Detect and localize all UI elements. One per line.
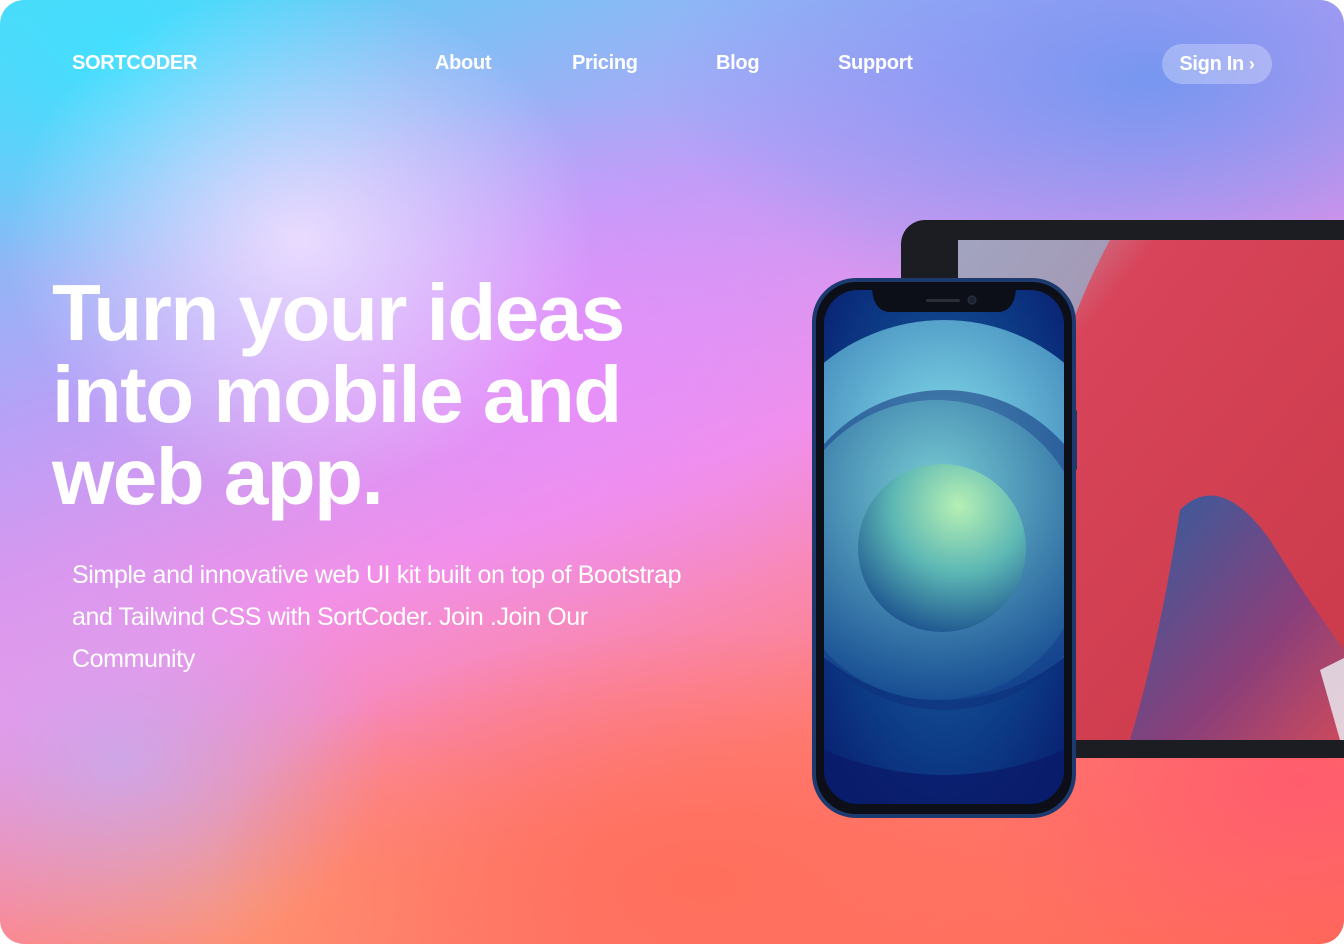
sign-in-button[interactable]: Sign In › [1162, 44, 1272, 84]
nav-link-pricing[interactable]: Pricing [572, 52, 638, 75]
chevron-right-icon: › [1248, 54, 1255, 74]
hero-subtitle: Simple and innovative web UI kit built o… [72, 561, 682, 673]
logo[interactable]: SORTCODER [72, 52, 197, 75]
nav-link-support[interactable]: Support [838, 52, 913, 75]
nav-link-blog[interactable]: Blog [716, 52, 760, 75]
sign-in-label: Sign In [1179, 52, 1244, 75]
landing-page: SORTCODER About Pricing Blog Support Sig… [0, 0, 1344, 944]
nav-link-about[interactable]: About [435, 52, 492, 75]
device-illustration [800, 210, 1344, 830]
hero-title: Turn your ideas into mobile and web app. [52, 268, 625, 521]
